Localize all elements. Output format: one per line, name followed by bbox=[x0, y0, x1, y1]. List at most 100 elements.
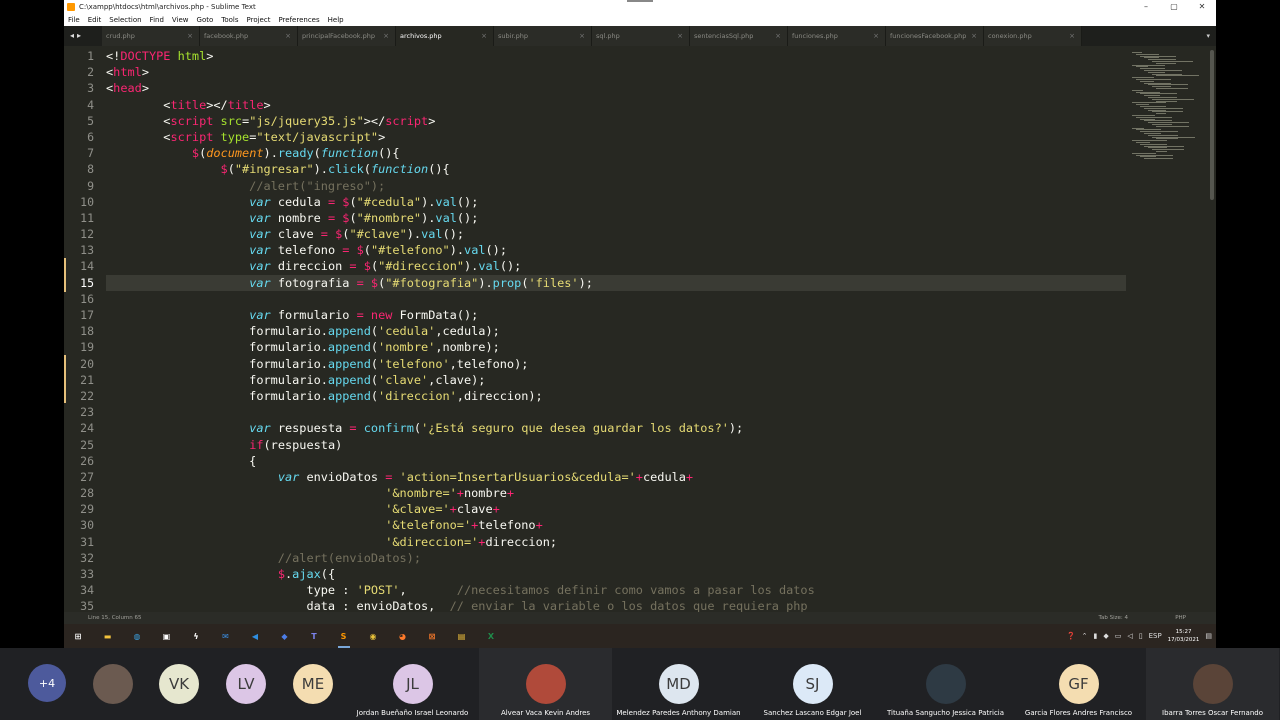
menu-project[interactable]: Project bbox=[247, 16, 271, 24]
firefox-icon[interactable]: ◕ bbox=[395, 628, 411, 644]
participant-tile[interactable]: LV bbox=[213, 648, 279, 720]
code-line[interactable]: var clave = $("#clave").val(); bbox=[106, 226, 1126, 242]
tab-close-icon[interactable]: × bbox=[383, 26, 389, 46]
code-line[interactable]: type : 'POST', //necesitamos definir com… bbox=[106, 582, 1126, 598]
tab-8[interactable]: funcionesFacebook.php × bbox=[886, 26, 984, 46]
volume-icon[interactable]: ◁ bbox=[1127, 632, 1132, 640]
code-line[interactable]: $.ajax({ bbox=[106, 566, 1126, 582]
microphone-icon[interactable]: ▮ bbox=[1093, 632, 1097, 640]
menu-view[interactable]: View bbox=[172, 16, 189, 24]
network-icon[interactable]: ▭ bbox=[1115, 632, 1122, 640]
participant-tile[interactable]: VK bbox=[146, 648, 212, 720]
code-line[interactable]: var cedula = $("#cedula").val(); bbox=[106, 194, 1126, 210]
menu-help[interactable]: Help bbox=[328, 16, 344, 24]
code-editor[interactable]: 1 2 3 4 5 6 7 8 9 10 11 12 13 14 15 16 17 18 19 20 21 22 23 24 2… bbox=[64, 46, 1216, 612]
clock[interactable]: 15:27 17/03/2021 bbox=[1168, 628, 1200, 644]
code-line[interactable]: { bbox=[106, 453, 1126, 469]
tab-size-indicator[interactable]: Tab Size: 4 bbox=[1099, 612, 1128, 624]
tab-close-icon[interactable]: × bbox=[481, 26, 487, 46]
code-line[interactable]: var respuesta = confirm('¿Está seguro qu… bbox=[106, 420, 1126, 436]
dropbox-tray-icon[interactable]: ◆ bbox=[1103, 632, 1108, 640]
vscode-icon[interactable]: ◀ bbox=[247, 628, 263, 644]
tab-9[interactable]: conexion.php × bbox=[984, 26, 1082, 46]
menu-edit[interactable]: Edit bbox=[88, 16, 102, 24]
code-line[interactable]: <script type="text/javascript"> bbox=[106, 129, 1126, 145]
code-line[interactable]: <html> bbox=[106, 64, 1126, 80]
participant-tile[interactable]: Tituaña Sangucho Jessica Patricia bbox=[879, 648, 1012, 720]
participant-tile[interactable]: JL Jordan Bueñaño Israel Leonardo bbox=[346, 648, 479, 720]
tab-close-icon[interactable]: × bbox=[285, 26, 291, 46]
code-line[interactable]: formulario.append('cedula',cedula); bbox=[106, 323, 1126, 339]
code-line[interactable]: formulario.append('direccion',direccion)… bbox=[106, 388, 1126, 404]
code-line[interactable]: //alert("ingreso"); bbox=[106, 178, 1126, 194]
tab-overflow-chevron-icon[interactable]: ▾ bbox=[1206, 26, 1210, 46]
code-line[interactable]: '&clave='+clave+ bbox=[106, 501, 1126, 517]
code-line[interactable]: <head> bbox=[106, 80, 1126, 96]
code-line[interactable]: '&nombre='+nombre+ bbox=[106, 485, 1126, 501]
edge-icon[interactable]: ◍ bbox=[129, 628, 145, 644]
syntax-indicator[interactable]: PHP bbox=[1175, 612, 1186, 624]
code-line[interactable]: var telefono = $("#telefono").val(); bbox=[106, 242, 1126, 258]
tab-close-icon[interactable]: × bbox=[579, 26, 585, 46]
tab-3[interactable]: archivos.php × bbox=[396, 26, 494, 46]
code-line[interactable]: data : envioDatos, // enviar la variable… bbox=[106, 598, 1126, 612]
tab-close-icon[interactable]: × bbox=[775, 26, 781, 46]
code-line[interactable]: '&telefono='+telefono+ bbox=[106, 517, 1126, 533]
code-line[interactable]: //alert(envioDatos); bbox=[106, 550, 1126, 566]
participant-tile[interactable]: SJ Sanchez Lascano Edgar Joel bbox=[746, 648, 879, 720]
tab-0[interactable]: crud.php × bbox=[102, 26, 200, 46]
tab-5[interactable]: sql.php × bbox=[592, 26, 690, 46]
participant-tile[interactable]: GF Garcia Flores Andres Francisco bbox=[1012, 648, 1145, 720]
help-icon[interactable]: ❓ bbox=[1067, 632, 1076, 640]
code-line[interactable]: <!DOCTYPE html> bbox=[106, 48, 1126, 64]
tab-4[interactable]: subir.php × bbox=[494, 26, 592, 46]
terminal-icon[interactable]: ▤ bbox=[454, 628, 470, 644]
code-area[interactable]: <!DOCTYPE html> <html> <head> <title></tit… bbox=[106, 48, 1126, 612]
tab-close-icon[interactable]: × bbox=[187, 26, 193, 46]
close-button[interactable]: ✕ bbox=[1188, 0, 1216, 13]
drag-grip[interactable] bbox=[627, 0, 653, 2]
code-line[interactable]: if(respuesta) bbox=[106, 437, 1126, 453]
participant-tile[interactable]: Ibarra Torres Oscar Fernando bbox=[1146, 648, 1279, 720]
store-icon[interactable]: ▣ bbox=[159, 628, 175, 644]
code-line[interactable]: <title></title> bbox=[106, 97, 1126, 113]
tab-2[interactable]: principalFacebook.php × bbox=[298, 26, 396, 46]
minimap[interactable] bbox=[1128, 46, 1208, 176]
mail-icon[interactable]: ✉ bbox=[218, 628, 234, 644]
tab-close-icon[interactable]: × bbox=[971, 26, 977, 46]
code-line[interactable]: var formulario = new FormData(); bbox=[106, 307, 1126, 323]
more-participants-button[interactable]: +4 bbox=[28, 664, 66, 702]
chrome-icon[interactable]: ◉ bbox=[365, 628, 381, 644]
code-line[interactable]: '&direccion='+direccion; bbox=[106, 534, 1126, 550]
notifications-icon[interactable]: ▤ bbox=[1205, 632, 1212, 640]
tab-close-icon[interactable]: × bbox=[1069, 26, 1075, 46]
code-line[interactable]: var envioDatos = 'action=InsertarUsuario… bbox=[106, 469, 1126, 485]
code-line[interactable] bbox=[106, 291, 1126, 307]
code-line[interactable] bbox=[106, 404, 1126, 420]
maximize-button[interactable]: ▢ bbox=[1160, 0, 1188, 13]
participant-tile[interactable]: Alvear Vaca Kevin Andres bbox=[479, 648, 612, 720]
menu-preferences[interactable]: Preferences bbox=[278, 16, 319, 24]
windows-start-icon[interactable]: ⊞ bbox=[70, 628, 86, 644]
code-line[interactable]: $(document).ready(function(){ bbox=[106, 145, 1126, 161]
tray-chevron-icon[interactable]: ⌃ bbox=[1082, 632, 1088, 640]
sublime-icon[interactable]: S bbox=[336, 628, 352, 648]
code-line[interactable]: formulario.append('nombre',nombre); bbox=[106, 339, 1126, 355]
menu-find[interactable]: Find bbox=[150, 16, 164, 24]
code-line[interactable]: var nombre = $("#nombre").val(); bbox=[106, 210, 1126, 226]
vertical-scrollbar[interactable] bbox=[1210, 50, 1214, 200]
code-line[interactable]: formulario.append('clave',clave); bbox=[106, 372, 1126, 388]
menu-goto[interactable]: Goto bbox=[197, 16, 214, 24]
code-line[interactable]: formulario.append('telefono',telefono); bbox=[106, 356, 1126, 372]
menu-selection[interactable]: Selection bbox=[109, 16, 141, 24]
code-line[interactable]: $("#ingresar").click(function(){ bbox=[106, 161, 1126, 177]
minimize-button[interactable]: – bbox=[1132, 0, 1160, 13]
file-explorer-icon[interactable]: ▬ bbox=[100, 628, 116, 644]
excel-icon[interactable]: X bbox=[483, 628, 499, 644]
tab-nav-arrows-icon[interactable]: ◂▸ bbox=[64, 26, 102, 46]
battery-icon[interactable]: ▯ bbox=[1139, 632, 1143, 640]
tab-7[interactable]: funciones.php × bbox=[788, 26, 886, 46]
tab-close-icon[interactable]: × bbox=[677, 26, 683, 46]
tab-close-icon[interactable]: × bbox=[873, 26, 879, 46]
xampp-icon[interactable]: ⊠ bbox=[424, 628, 440, 644]
